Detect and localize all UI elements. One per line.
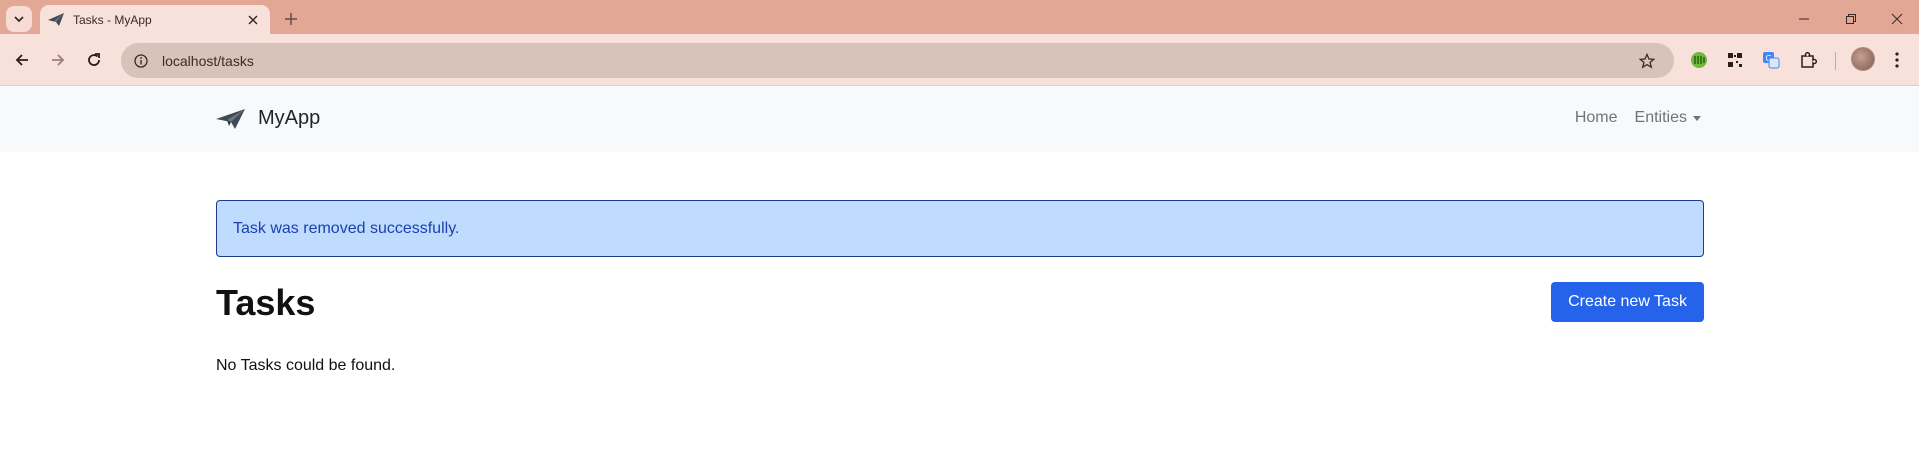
alert-message: Task was removed successfully. (233, 219, 460, 237)
navbar-links: Home Entities (1575, 109, 1701, 127)
tab-title: Tasks - MyApp (73, 12, 152, 27)
create-task-button[interactable]: Create new Task (1551, 282, 1704, 322)
bookmark-star-icon[interactable] (1636, 50, 1658, 72)
empty-state-message: No Tasks could be found. (216, 357, 396, 374)
app-navbar: MyApp Home Entities (0, 87, 1919, 152)
new-tab-button[interactable] (280, 8, 302, 30)
url-text: localhost/tasks (162, 52, 254, 69)
success-alert: Task was removed successfully. (216, 200, 1704, 257)
browser-toolbar: localhost/tasks G (0, 34, 1919, 86)
puzzle-extensions-icon[interactable] (1797, 49, 1819, 71)
profile-avatar[interactable] (1851, 47, 1875, 71)
nav-dropdown-entities[interactable]: Entities (1635, 109, 1701, 127)
nav-link-home[interactable]: Home (1575, 109, 1618, 127)
page-title: Tasks (216, 282, 316, 323)
minimize-button[interactable] (1793, 8, 1815, 30)
close-icon[interactable] (244, 11, 262, 29)
minimize-icon (1799, 18, 1809, 20)
arrow-right-icon (52, 54, 65, 66)
restore-button[interactable] (1840, 8, 1862, 30)
browser-tabstrip: Tasks - MyApp (0, 0, 1919, 34)
forward-button[interactable] (45, 47, 71, 73)
nav-dropdown-label: Entities (1634, 109, 1687, 126)
address-bar[interactable]: localhost/tasks (121, 43, 1674, 78)
back-button[interactable] (9, 47, 35, 73)
tab-search-button[interactable] (6, 6, 32, 32)
plus-icon (285, 13, 297, 25)
site-info-icon[interactable] (131, 51, 151, 71)
paper-plane-icon (216, 108, 246, 130)
close-icon (1891, 13, 1903, 25)
brand-name: MyApp (258, 107, 321, 129)
browser-tab-active[interactable]: Tasks - MyApp (40, 5, 270, 34)
window-close-button[interactable] (1886, 8, 1908, 30)
chevron-down-icon (14, 16, 24, 23)
more-menu-icon[interactable] (1886, 49, 1908, 71)
arrow-left-icon (15, 54, 28, 66)
caret-down-icon (1693, 115, 1701, 121)
google-translate-icon[interactable]: G (1760, 49, 1782, 71)
navbar-brand[interactable]: MyApp (216, 107, 320, 130)
green-grid-extension-icon[interactable] (1688, 49, 1710, 71)
restore-icon (1846, 14, 1856, 24)
toolbar-separator (1835, 52, 1836, 70)
paper-plane-icon (48, 12, 64, 28)
reload-button[interactable] (81, 47, 107, 73)
reload-icon (88, 53, 100, 66)
qr-code-icon[interactable] (1724, 49, 1746, 71)
